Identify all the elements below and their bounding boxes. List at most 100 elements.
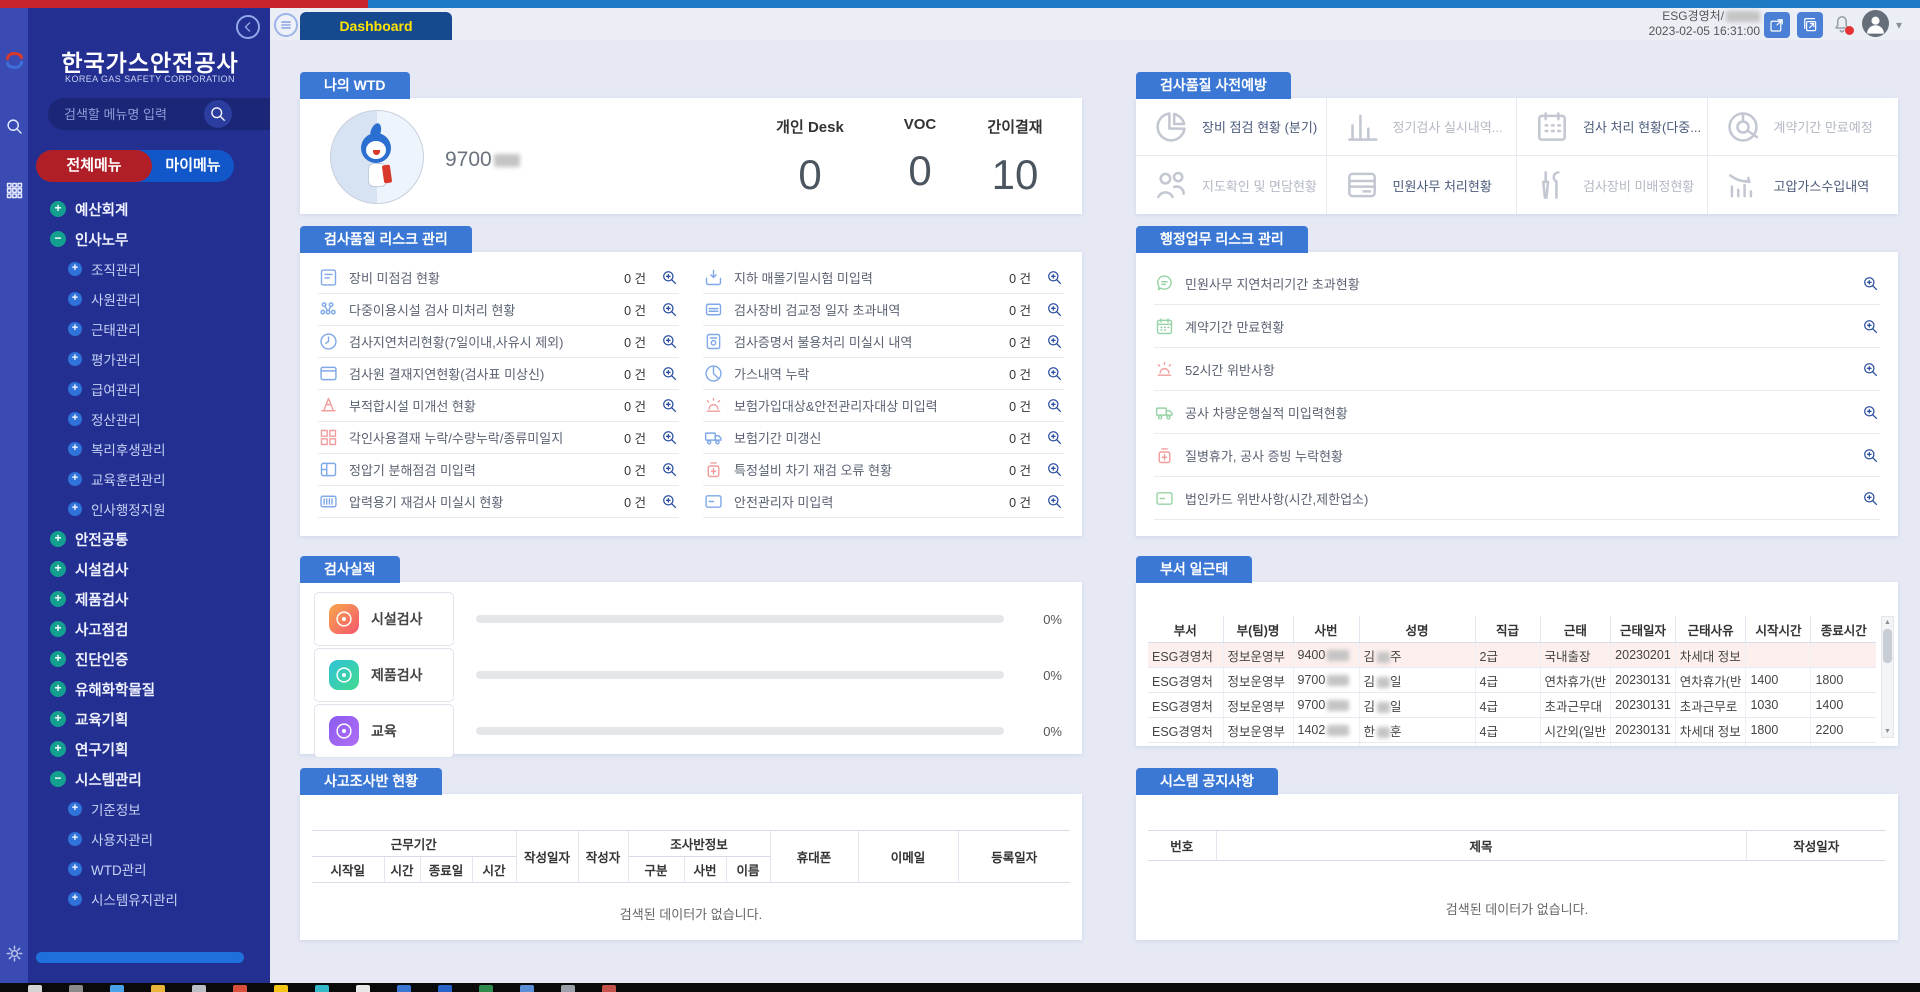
table-row[interactable]: ESG경영처정보운영부1402한훈4급야간근무(본20230131차세대 정보2…	[1148, 743, 1876, 747]
taskbar-app-icon[interactable]	[274, 985, 288, 992]
search-icon[interactable]	[4, 116, 25, 137]
scroll-thumb[interactable]	[1883, 629, 1892, 663]
risk-item-count: 0 건	[624, 268, 646, 287]
prevention-tile[interactable]: 고압가스수입내역	[1708, 156, 1899, 214]
magnifier-icon[interactable]	[1045, 332, 1064, 351]
magnifier-icon[interactable]	[1045, 364, 1064, 383]
taskbar-app-icon[interactable]	[356, 985, 370, 992]
popout-all-windows-icon[interactable]	[1797, 12, 1823, 38]
sidebar-item-인사노무[interactable]: −인사노무	[28, 224, 262, 254]
chevron-down-icon[interactable]: ▾	[1896, 18, 1902, 32]
prevention-tile[interactable]: 지도확인 및 면담현황	[1136, 156, 1327, 214]
sidebar-item-WTD관리[interactable]: +WTD관리	[28, 854, 262, 884]
sidebar-item-평가관리[interactable]: +평가관리	[28, 344, 262, 374]
sidebar-collapse-button[interactable]	[236, 15, 260, 39]
sidebar-item-복리후생관리[interactable]: +복리후생관리	[28, 434, 262, 464]
tab-all-menu[interactable]: 전체메뉴	[36, 150, 152, 182]
sidebar-item-정산관리[interactable]: +정산관리	[28, 404, 262, 434]
sidebar-item-예산회계[interactable]: +예산회계	[28, 194, 262, 224]
sidebar-item-조직관리[interactable]: +조직관리	[28, 254, 262, 284]
taskbar-app-icon[interactable]	[520, 985, 534, 992]
sidebar-item-안전공통[interactable]: +안전공통	[28, 524, 262, 554]
taskbar-app-icon[interactable]	[397, 985, 411, 992]
magnifier-icon[interactable]	[1045, 268, 1064, 287]
sidebar-item-제품검사[interactable]: +제품검사	[28, 584, 262, 614]
prevention-tile[interactable]: 장비 점검 현황 (분기)	[1136, 98, 1327, 156]
magnifier-icon[interactable]	[660, 268, 679, 287]
magnifier-icon[interactable]	[660, 300, 679, 319]
magnifier-icon[interactable]	[1861, 274, 1880, 293]
taskbar-app-icon[interactable]	[602, 985, 616, 992]
prevention-tile[interactable]: 민원사무 처리현황	[1327, 156, 1518, 214]
sidebar-item-근태관리[interactable]: +근태관리	[28, 314, 262, 344]
popout-window-icon[interactable]	[1764, 12, 1790, 38]
menu-search-button[interactable]	[204, 100, 232, 128]
table-row[interactable]: ESG경영처정보운영부9400김주2급국내출장20230201차세대 정보	[1148, 643, 1876, 668]
taskbar-app-icon[interactable]	[561, 985, 575, 992]
sidebar-item-label: 근태관리	[91, 319, 141, 339]
user-avatar[interactable]	[1862, 10, 1889, 37]
taskbar-app-icon[interactable]	[479, 985, 493, 992]
taskbar-app-icon[interactable]	[315, 985, 329, 992]
sidebar-item-기준정보[interactable]: +기준정보	[28, 794, 262, 824]
sidebar-item-시설검사[interactable]: +시설검사	[28, 554, 262, 584]
sidebar-horizontal-scrollbar[interactable]	[36, 952, 244, 963]
magnifier-icon[interactable]	[660, 428, 679, 447]
prevention-tile[interactable]: 검사장비 미배정현황	[1517, 156, 1708, 214]
table-row[interactable]: ESG경영처정보운영부9700김일4급초과근무대20230131초과근무로103…	[1148, 693, 1876, 718]
taskbar-app-icon[interactable]	[69, 985, 83, 992]
hamburger-icon[interactable]	[274, 13, 298, 37]
menu-search-input[interactable]	[48, 98, 270, 130]
magnifier-icon[interactable]	[1045, 300, 1064, 319]
sidebar-item-급여관리[interactable]: +급여관리	[28, 374, 262, 404]
prevention-tile[interactable]: 검사 처리 현황(다중...	[1517, 98, 1708, 156]
table-row[interactable]: ESG경영처정보운영부9700김일4급연차휴가(반20230131연차휴가(반1…	[1148, 668, 1876, 693]
taskbar-app-icon[interactable]	[110, 985, 124, 992]
sidebar-item-시스템유지관리[interactable]: +시스템유지관리	[28, 884, 262, 914]
sidebar-item-인사행정지원[interactable]: +인사행정지원	[28, 494, 262, 524]
taskbar-app-icon[interactable]	[192, 985, 206, 992]
sidebar-item-교육훈련관리[interactable]: +교육훈련관리	[28, 464, 262, 494]
tab-dashboard[interactable]: Dashboard	[300, 12, 452, 40]
magnifier-icon[interactable]	[1045, 460, 1064, 479]
magnifier-icon[interactable]	[660, 396, 679, 415]
taskbar-app-icon[interactable]	[233, 985, 247, 992]
performance-category-button[interactable]: 교육	[314, 704, 454, 758]
prevention-tile[interactable]: 계약기간 만료예정	[1708, 98, 1899, 156]
sidebar-item-연구기획[interactable]: +연구기획	[28, 734, 262, 764]
expand-icon: +	[68, 802, 82, 816]
magnifier-icon[interactable]	[660, 364, 679, 383]
magnifier-icon[interactable]	[1861, 360, 1880, 379]
taskbar-app-icon[interactable]	[438, 985, 452, 992]
sidebar-item-교육기획[interactable]: +교육기획	[28, 704, 262, 734]
windows-taskbar[interactable]	[0, 983, 1920, 992]
grid-menu-icon[interactable]	[4, 180, 25, 201]
tab-my-menu[interactable]: 마이메뉴	[152, 150, 234, 182]
table-row[interactable]: ESG경영처정보운영부1402한훈4급시간외(일반20230131차세대 정보1…	[1148, 718, 1876, 743]
magnifier-icon[interactable]	[660, 332, 679, 351]
settings-gear-icon[interactable]	[3, 942, 26, 965]
sidebar-item-시스템관리[interactable]: −시스템관리	[28, 764, 262, 794]
magnifier-icon[interactable]	[1861, 446, 1880, 465]
scroll-up-arrow[interactable]: ▲	[1882, 617, 1893, 628]
magnifier-icon[interactable]	[1045, 428, 1064, 447]
magnifier-icon[interactable]	[1861, 317, 1880, 336]
performance-category-button[interactable]: 제품검사	[314, 648, 454, 702]
magnifier-icon[interactable]	[1861, 489, 1880, 508]
prevention-tile[interactable]: 정기검사 실시내역...	[1327, 98, 1518, 156]
performance-category-button[interactable]: 시설검사	[314, 592, 454, 646]
magnifier-icon[interactable]	[660, 460, 679, 479]
sidebar-item-유해화학물질[interactable]: +유해화학물질	[28, 674, 262, 704]
taskbar-app-icon[interactable]	[151, 985, 165, 992]
sidebar-item-사원관리[interactable]: +사원관리	[28, 284, 262, 314]
magnifier-icon[interactable]	[1861, 403, 1880, 422]
sidebar-item-진단인증[interactable]: +진단인증	[28, 644, 262, 674]
magnifier-icon[interactable]	[1045, 396, 1064, 415]
magnifier-icon[interactable]	[1045, 492, 1064, 511]
scroll-down-arrow[interactable]: ▼	[1882, 726, 1893, 737]
sidebar-item-사고점검[interactable]: +사고점검	[28, 614, 262, 644]
sidebar-item-사용자관리[interactable]: +사용자관리	[28, 824, 262, 854]
magnifier-icon[interactable]	[660, 492, 679, 511]
table-vertical-scrollbar[interactable]: ▲ ▼	[1881, 616, 1894, 738]
taskbar-app-icon[interactable]	[28, 985, 42, 992]
